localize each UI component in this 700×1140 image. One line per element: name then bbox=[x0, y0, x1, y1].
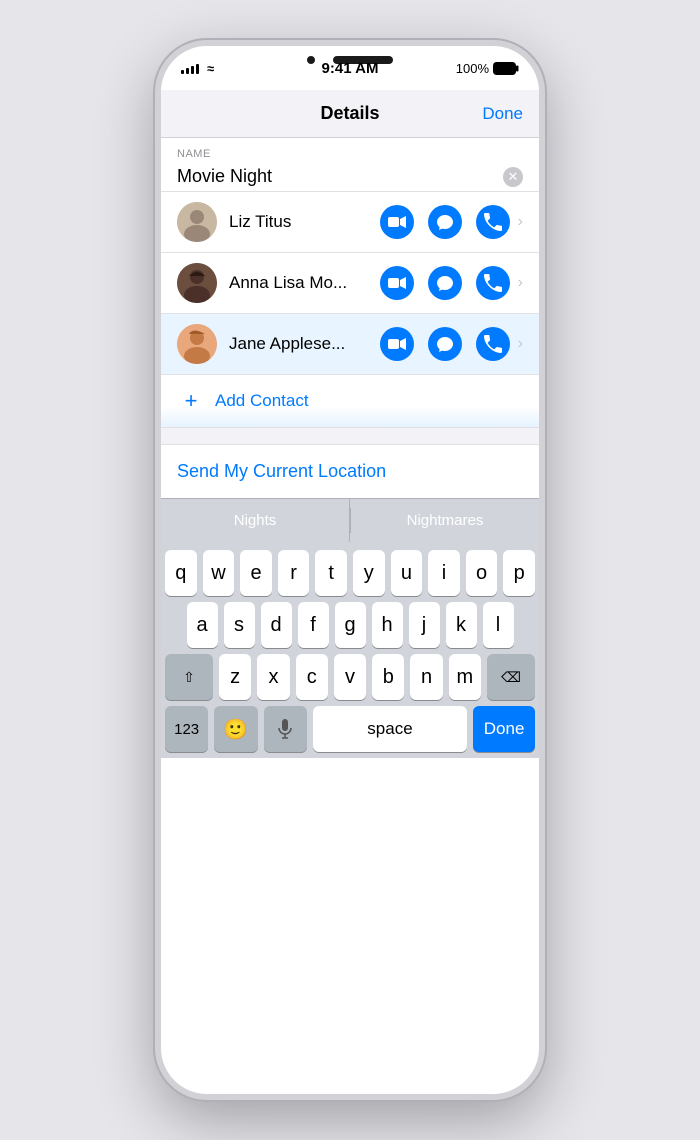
message-button[interactable] bbox=[428, 205, 462, 239]
key-x[interactable]: x bbox=[257, 654, 289, 700]
key-p[interactable]: p bbox=[503, 550, 535, 596]
mic-key[interactable] bbox=[264, 706, 307, 752]
autocomplete-nightmares[interactable]: Nightmares bbox=[351, 499, 539, 542]
chevron-icon: › bbox=[518, 335, 523, 353]
name-section: NAME ✕ bbox=[161, 138, 539, 192]
signal-bar-4 bbox=[196, 64, 199, 74]
video-call-button[interactable] bbox=[380, 266, 414, 300]
key-f[interactable]: f bbox=[298, 602, 329, 648]
contact-actions bbox=[380, 205, 510, 239]
key-a[interactable]: a bbox=[187, 602, 218, 648]
key-z[interactable]: z bbox=[219, 654, 251, 700]
key-m[interactable]: m bbox=[449, 654, 481, 700]
video-call-button[interactable] bbox=[380, 327, 414, 361]
autocomplete-bar: Nights Nightmares bbox=[161, 498, 539, 542]
chevron-icon: › bbox=[518, 274, 523, 292]
contact-row: Jane Applese... bbox=[161, 314, 539, 375]
key-k[interactable]: k bbox=[446, 602, 477, 648]
key-v[interactable]: v bbox=[334, 654, 366, 700]
clear-button[interactable]: ✕ bbox=[503, 167, 523, 187]
key-c[interactable]: c bbox=[296, 654, 328, 700]
key-g[interactable]: g bbox=[335, 602, 366, 648]
key-y[interactable]: y bbox=[353, 550, 385, 596]
separator bbox=[161, 428, 539, 444]
keyboard-row-3: ⇧ z x c v b n m ⌫ bbox=[165, 654, 535, 700]
key-e[interactable]: e bbox=[240, 550, 272, 596]
message-button[interactable] bbox=[428, 327, 462, 361]
status-time: 9:41 AM bbox=[322, 60, 379, 77]
keyboard-bottom-row: 123 🙂 space Done bbox=[165, 706, 535, 752]
phone-call-button[interactable] bbox=[476, 266, 510, 300]
keyboard: q w e r t y u i o p a s d f g h j bbox=[161, 542, 539, 758]
key-l[interactable]: l bbox=[483, 602, 514, 648]
key-t[interactable]: t bbox=[315, 550, 347, 596]
status-bar: ≈ 9:41 AM 100% bbox=[161, 46, 539, 90]
keyboard-done-key[interactable]: Done bbox=[473, 706, 535, 752]
send-location-section[interactable]: Send My Current Location bbox=[161, 444, 539, 498]
chevron-icon: › bbox=[518, 213, 523, 231]
signal-bar-3 bbox=[191, 66, 194, 74]
signal-bar-1 bbox=[181, 70, 184, 74]
battery-area: 100% bbox=[456, 61, 519, 76]
key-s[interactable]: s bbox=[224, 602, 255, 648]
contact-name: Anna Lisa Mo... bbox=[229, 273, 380, 293]
nav-bar: Details Done bbox=[161, 90, 539, 138]
key-d[interactable]: d bbox=[261, 602, 292, 648]
contact-name: Jane Applese... bbox=[229, 334, 380, 354]
video-call-button[interactable] bbox=[380, 205, 414, 239]
autocomplete-nights[interactable]: Nights bbox=[161, 499, 350, 542]
name-input[interactable] bbox=[177, 166, 503, 187]
send-location-text[interactable]: Send My Current Location bbox=[177, 461, 386, 481]
keyboard-row-1: q w e r t y u i o p bbox=[165, 550, 535, 596]
add-icon: + bbox=[177, 387, 205, 415]
camera-dot bbox=[307, 56, 315, 64]
key-n[interactable]: n bbox=[410, 654, 442, 700]
keyboard-row-2: a s d f g h j k l bbox=[165, 602, 535, 648]
wifi-icon: ≈ bbox=[207, 61, 214, 76]
name-input-row: ✕ bbox=[177, 166, 523, 187]
space-key[interactable]: space bbox=[313, 706, 467, 752]
add-contact-label: Add Contact bbox=[215, 391, 309, 411]
phone-call-button[interactable] bbox=[476, 327, 510, 361]
contact-row: Liz Titus bbox=[161, 192, 539, 253]
avatar bbox=[177, 324, 217, 364]
signal-area: ≈ bbox=[181, 61, 214, 76]
key-h[interactable]: h bbox=[372, 602, 403, 648]
avatar bbox=[177, 263, 217, 303]
nav-title: Details bbox=[320, 103, 379, 124]
key-q[interactable]: q bbox=[165, 550, 197, 596]
contact-actions bbox=[380, 327, 510, 361]
contact-name: Liz Titus bbox=[229, 212, 380, 232]
key-o[interactable]: o bbox=[466, 550, 498, 596]
delete-key[interactable]: ⌫ bbox=[487, 654, 535, 700]
shift-key[interactable]: ⇧ bbox=[165, 654, 213, 700]
message-button[interactable] bbox=[428, 266, 462, 300]
contact-actions bbox=[380, 266, 510, 300]
add-contact-button[interactable]: + Add Contact bbox=[161, 375, 539, 428]
done-button[interactable]: Done bbox=[482, 104, 523, 124]
contact-row: Anna Lisa Mo... bbox=[161, 253, 539, 314]
name-label: NAME bbox=[177, 148, 523, 160]
key-w[interactable]: w bbox=[203, 550, 235, 596]
battery-percent: 100% bbox=[456, 61, 489, 76]
key-b[interactable]: b bbox=[372, 654, 404, 700]
emoji-key[interactable]: 🙂 bbox=[214, 706, 257, 752]
key-u[interactable]: u bbox=[391, 550, 423, 596]
phone-call-button[interactable] bbox=[476, 205, 510, 239]
key-i[interactable]: i bbox=[428, 550, 460, 596]
signal-bars bbox=[181, 62, 199, 74]
battery-icon bbox=[493, 62, 519, 75]
key-r[interactable]: r bbox=[278, 550, 310, 596]
numbers-key[interactable]: 123 bbox=[165, 706, 208, 752]
key-j[interactable]: j bbox=[409, 602, 440, 648]
signal-bar-2 bbox=[186, 68, 189, 74]
avatar bbox=[177, 202, 217, 242]
